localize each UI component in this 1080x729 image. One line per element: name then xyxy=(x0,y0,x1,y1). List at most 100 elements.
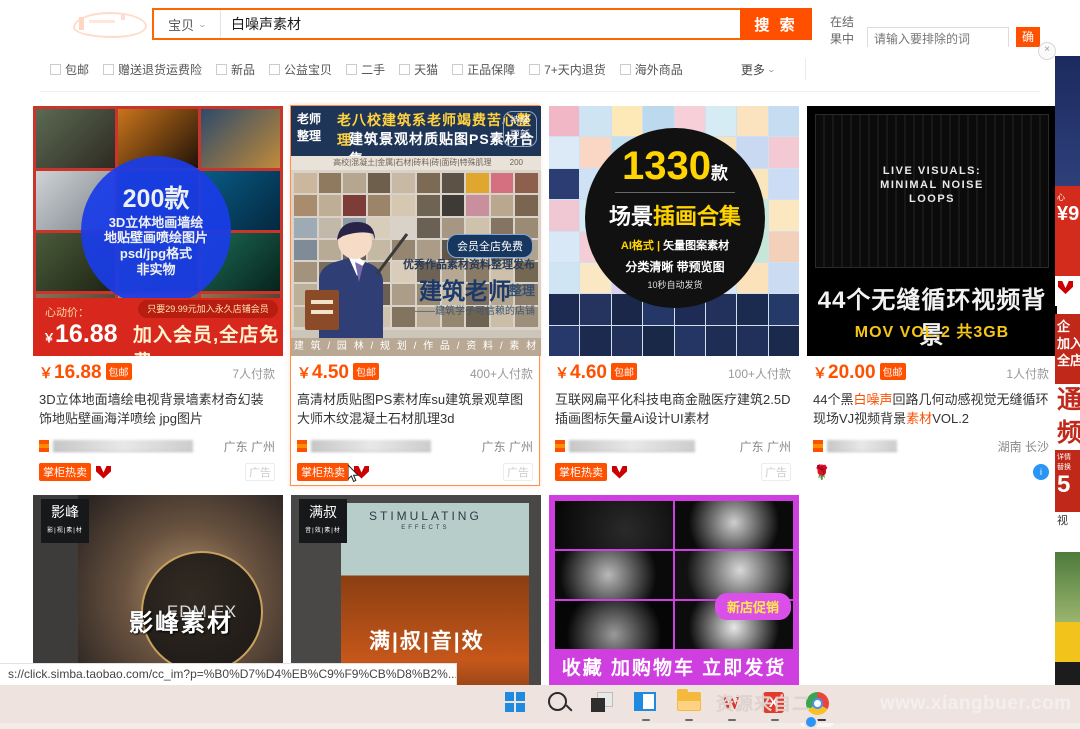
product-thumbnail[interactable]: 新店促销 收藏 加购物车 立即发货 xyxy=(549,495,799,685)
info-badge-icon[interactable]: i xyxy=(1033,464,1049,480)
search-category-label: 宝贝 xyxy=(168,15,194,34)
product-thumbnail[interactable]: STIMULATING EFFECTS 满|叔|音|效 满叔 音|效|素|材 xyxy=(291,495,541,685)
product-card[interactable]: 200款 3D立体地画墙绘 地贴壁画喷绘图片 psd/jpg格式 非实物 心动价… xyxy=(32,105,282,486)
search-category-select[interactable]: 宝贝 ⌄ xyxy=(154,10,221,38)
thumb-badge-line: 3D立体地画墙绘 xyxy=(109,215,204,231)
free-shipping-badge: 包邮 xyxy=(880,363,906,380)
hot-sale-tag[interactable]: 掌柜热卖 xyxy=(297,463,349,481)
product-thumbnail[interactable]: 老师整理 老八校建筑系老师竭费苦心整理 建筑景观材质贴图PS素材合集 持续更新 … xyxy=(291,106,541,356)
widgets-button[interactable] xyxy=(591,692,615,716)
title-text: 44个黑 xyxy=(813,392,853,407)
product-thumbnail[interactable]: LIVE VISUALS: MINIMAL NOISE LOOPS 44个无缝循… xyxy=(807,106,1057,356)
filter-checkbox-7[interactable]: 7+天内退货 xyxy=(529,61,606,78)
product-thumbnail[interactable]: 1330款 场景插画合集 AI格式 | 矢量图案素材 分类清晰 带预览图 10秒… xyxy=(549,106,799,356)
filter-checkbox-8[interactable]: 海外商品 xyxy=(620,61,683,78)
hot-sale-tag[interactable]: 掌柜热卖 xyxy=(39,463,91,481)
thumb-brand-logo: 影峰 影|视|素|材 xyxy=(41,499,89,543)
notification-badge-icon[interactable] xyxy=(804,715,818,729)
thumb-ribbon-big: 加入会员,全店免费 xyxy=(133,320,283,356)
product-thumbnail[interactable]: EDM FX 影峰素材 影峰 影|视|素|材 xyxy=(33,495,283,685)
ad-label: 广告 xyxy=(761,463,791,481)
shop-location: 湖南 长沙 xyxy=(998,438,1049,455)
filter-bar: 包邮 赠送退货运费险 新品 公益宝贝 二手 天猫 正品保障 7+天内退货 海外商… xyxy=(40,47,1040,92)
thumb-line-3: ——建筑学子可信赖的店铺 xyxy=(415,302,535,317)
price-row: ￥20.00包邮 1人付款 xyxy=(813,362,1049,384)
product-title[interactable]: 3D立体地面墙绘电视背景墙素材奇幻装饰地贴壁画海洋喷绘 jpg图片 xyxy=(39,390,275,428)
hot-sale-tag[interactable]: 掌柜热卖 xyxy=(555,463,607,481)
thumb-subtitle: AI格式 | 矢量图案素材 xyxy=(621,237,729,253)
filter-checkbox-6[interactable]: 正品保障 xyxy=(452,61,515,78)
thumb-subbar-count: 200 xyxy=(510,156,523,170)
search-button[interactable]: 搜 索 xyxy=(740,8,812,40)
product-title[interactable]: 互联网扁平化科技电商金融医疗建筑2.5D插画图标矢量Ai设计UI素材 xyxy=(555,390,791,428)
windows-logo-icon xyxy=(505,692,525,712)
shop-location: 广东 广州 xyxy=(224,438,275,455)
heart-icon[interactable]: 🌹 xyxy=(813,464,830,481)
checkbox-icon[interactable] xyxy=(269,64,280,75)
product-card[interactable]: 心¥9 xyxy=(1055,56,1080,306)
checkbox-icon[interactable] xyxy=(216,64,227,75)
checkbox-icon[interactable] xyxy=(103,64,114,75)
thumb-badge-line: 非实物 xyxy=(136,262,175,278)
shop-name[interactable] xyxy=(39,440,193,452)
task-view-button[interactable] xyxy=(634,692,658,716)
thumb-badge-line: psd/jpg格式 xyxy=(120,246,192,262)
thumb-update-badge: 持续更新 xyxy=(503,111,537,147)
thumb-price-banner: 心动价： ￥16.88 只要29.99元加入永久店铺会员 加入会员,全店免费 xyxy=(33,298,283,356)
product-row-2: EDM FX 影峰素材 影峰 影|视|素|材 STIMULATING xyxy=(32,494,1042,685)
product-title[interactable]: 高清材质贴图PS素材库su建筑景观草图大师木纹混凝土石材肌理3d xyxy=(297,390,533,428)
shop-name[interactable] xyxy=(813,440,897,452)
mouse-cursor xyxy=(348,465,360,483)
currency-symbol: ￥ xyxy=(555,365,569,381)
checkbox-icon[interactable] xyxy=(620,64,631,75)
shop-name[interactable] xyxy=(297,440,431,452)
currency-symbol: ￥ xyxy=(297,365,311,381)
price-value: 16.88 xyxy=(54,362,102,383)
product-card[interactable]: 企加入全店 通频 详情替换5 视 xyxy=(1055,314,1080,544)
product-price: ￥20.00包邮 xyxy=(813,362,906,384)
thumb-count: 1330款 xyxy=(622,146,728,186)
checkbox-icon[interactable] xyxy=(452,64,463,75)
thumb-delivery-line: 10秒自动发货 xyxy=(647,278,702,291)
search-box[interactable]: 宝贝 ⌄ xyxy=(152,8,742,40)
file-explorer-button[interactable] xyxy=(677,692,701,716)
thumb-brand-cn: 满|叔|音|效 xyxy=(369,625,485,655)
right-partial-column: 心¥9 企加入全店 通频 详情替换5 视 xyxy=(1055,0,1080,685)
product-card[interactable]: EDM FX 影峰素材 影峰 影|视|素|材 xyxy=(32,494,282,685)
product-results-grid: 200款 3D立体地画墙绘 地贴壁画喷绘图片 psd/jpg格式 非实物 心动价… xyxy=(32,105,1042,685)
filter-more-button[interactable]: 更多 ⌄ xyxy=(741,61,775,78)
filter-label: 包邮 xyxy=(65,61,89,78)
filter-checkbox-2[interactable]: 新品 xyxy=(216,61,255,78)
filter-label: 赠送退货运费险 xyxy=(118,61,202,78)
thumb-promo-price: ￥16.88 xyxy=(43,320,118,349)
search-input[interactable] xyxy=(221,10,740,38)
thumb-promo-label: 心动价： xyxy=(45,304,89,320)
search-button[interactable] xyxy=(548,692,572,716)
checkbox-icon[interactable] xyxy=(50,64,61,75)
filter-label: 二手 xyxy=(361,61,385,78)
checkbox-icon[interactable] xyxy=(399,64,410,75)
product-card[interactable]: 新店促销 收藏 加购物车 立即发货 xyxy=(548,494,798,685)
product-card[interactable]: STIMULATING EFFECTS 满|叔|音|效 满叔 音|效|素|材 xyxy=(290,494,540,685)
product-card[interactable]: LIVE VISUALS: MINIMAL NOISE LOOPS 44个无缝循… xyxy=(806,105,1056,486)
start-button[interactable] xyxy=(505,692,529,716)
product-card[interactable]: 1330款 场景插画合集 AI格式 | 矢量图案素材 分类清晰 带预览图 10秒… xyxy=(548,105,798,486)
checkbox-icon[interactable] xyxy=(346,64,357,75)
shop-row: 广东 广州 xyxy=(297,438,533,454)
shop-icon xyxy=(813,440,823,452)
thumb-en-title: STIMULATING EFFECTS xyxy=(369,509,482,531)
currency-symbol: ￥ xyxy=(43,331,55,345)
product-card[interactable]: 老师整理 老八校建筑系老师竭费苦心整理 建筑景观材质贴图PS素材合集 持续更新 … xyxy=(290,105,540,486)
filter-checkbox-3[interactable]: 公益宝贝 xyxy=(269,61,332,78)
product-title[interactable]: 44个黑白噪声回路几何动感视觉无缝循环现场VJ视频背景素材VOL.2 xyxy=(813,390,1049,428)
filter-checkbox-4[interactable]: 二手 xyxy=(346,61,385,78)
checkbox-icon[interactable] xyxy=(529,64,540,75)
filter-checkbox-1[interactable]: 赠送退货运费险 xyxy=(103,61,202,78)
shop-location: 广东 广州 xyxy=(482,438,533,455)
product-card[interactable] xyxy=(1055,552,1080,685)
shop-name[interactable] xyxy=(555,440,695,452)
product-thumbnail[interactable]: 200款 3D立体地画墙绘 地贴壁画喷绘图片 psd/jpg格式 非实物 心动价… xyxy=(33,106,283,356)
filter-checkbox-0[interactable]: 包邮 xyxy=(50,61,89,78)
filter-checkbox-5[interactable]: 天猫 xyxy=(399,61,438,78)
close-icon[interactable]: × xyxy=(1038,42,1056,60)
